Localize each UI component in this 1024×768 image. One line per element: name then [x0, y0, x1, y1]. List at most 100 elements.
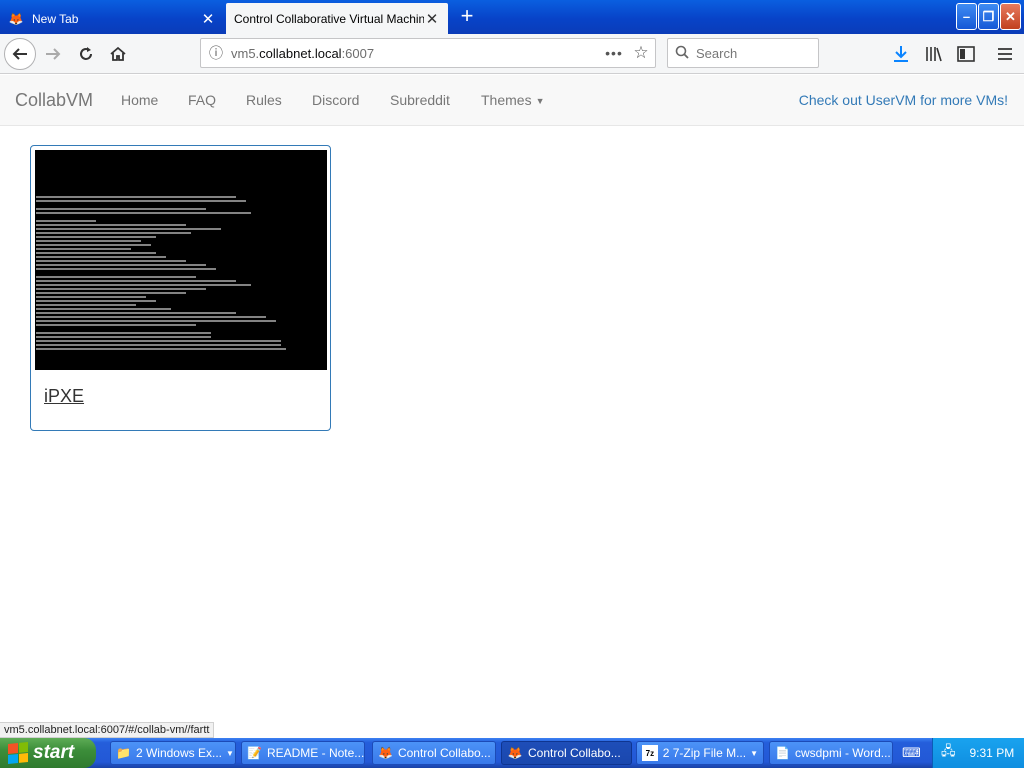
- taskbar-explorer[interactable]: 📁 2 Windows Ex... ▼: [110, 741, 236, 765]
- console-line: [36, 320, 276, 322]
- url-prefix: vm5.: [231, 45, 260, 61]
- url-text[interactable]: vm5.collabnet.local:6007: [231, 46, 601, 61]
- hamburger-menu-icon[interactable]: [990, 39, 1020, 69]
- close-tab-icon[interactable]: ✕: [200, 11, 216, 28]
- browser-toolbar: ⓘ vm5.collabnet.local:6007 ••• ☆ Search: [0, 34, 1024, 74]
- console-line: [36, 348, 286, 350]
- console-line: [36, 264, 206, 266]
- console-line: [36, 196, 236, 198]
- vm-card[interactable]: iPXE: [30, 145, 331, 431]
- network-icon[interactable]: 🖧: [941, 742, 956, 764]
- start-button[interactable]: start: [0, 738, 96, 768]
- forward-arrow-icon: [46, 48, 61, 60]
- search-placeholder: Search: [696, 45, 738, 61]
- nav-discord[interactable]: Discord: [312, 92, 359, 108]
- console-line: [36, 212, 251, 214]
- forward-button[interactable]: [38, 39, 68, 69]
- console-line: [36, 340, 281, 342]
- console-line: [36, 268, 216, 270]
- console-line: [36, 312, 236, 314]
- site-brand[interactable]: CollabVM: [15, 90, 93, 111]
- maximize-window-button[interactable]: ❐: [978, 3, 999, 30]
- reload-icon: [80, 47, 92, 60]
- nav-faq[interactable]: FAQ: [188, 92, 216, 108]
- nav-home[interactable]: Home: [121, 92, 158, 108]
- task-label: README - Note...: [266, 746, 365, 760]
- nav-rules[interactable]: Rules: [246, 92, 282, 108]
- task-label: cwsdpmi - Word...: [794, 746, 891, 760]
- console-line: [36, 244, 151, 246]
- console-line: [36, 256, 166, 258]
- themes-label: Themes: [481, 92, 532, 108]
- page-actions-icon[interactable]: •••: [601, 45, 627, 61]
- console-line: [36, 228, 221, 230]
- taskbar-firefox-2[interactable]: 🦊 Control Collabo...: [501, 741, 632, 765]
- new-tab-button[interactable]: +: [455, 5, 479, 29]
- downloads-icon[interactable]: [886, 39, 916, 69]
- console-line: [36, 200, 246, 202]
- uservm-promo-link[interactable]: Check out UserVM for more VMs!: [799, 92, 1008, 108]
- console-line: [36, 284, 251, 286]
- task-label: 2 7-Zip File M...: [662, 746, 747, 760]
- console-line: [36, 316, 266, 318]
- vm-title-link[interactable]: iPXE: [44, 386, 84, 407]
- system-tray: 🖧 9:31 PM: [932, 738, 1024, 768]
- console-line: [36, 296, 146, 298]
- address-bar[interactable]: ⓘ vm5.collabnet.local:6007 ••• ☆: [200, 38, 656, 68]
- console-line: [36, 308, 171, 310]
- close-window-button[interactable]: ✕: [1000, 3, 1021, 30]
- reload-button[interactable]: [71, 39, 101, 69]
- console-line: [36, 280, 236, 282]
- tab-collabvm[interactable]: Control Collaborative Virtual Machines! …: [226, 3, 448, 34]
- sidebar-toggle-icon[interactable]: [951, 39, 981, 69]
- minimize-window-button[interactable]: –: [956, 3, 977, 30]
- desktop-screen: 🦊 New Tab ✕ Control Collaborative Virtua…: [0, 0, 1024, 768]
- console-line: [36, 260, 186, 262]
- start-label: start: [33, 742, 75, 763]
- search-bar[interactable]: Search: [667, 38, 819, 68]
- console-line: [36, 236, 156, 238]
- tab-new-tab[interactable]: 🦊 New Tab ✕: [0, 3, 224, 34]
- site-navbar: CollabVM Home FAQ Rules Discord Subreddi…: [0, 75, 1024, 126]
- task-label: 2 Windows Ex...: [135, 746, 222, 760]
- windows-logo-icon: [8, 741, 28, 765]
- taskbar-7zip[interactable]: 7z 2 7-Zip File M... ▼: [636, 741, 764, 765]
- dropdown-arrow-icon: ▼: [225, 748, 234, 758]
- home-icon: [110, 46, 126, 61]
- console-line: [36, 324, 196, 326]
- web-page: CollabVM Home FAQ Rules Discord Subreddi…: [0, 75, 1024, 723]
- keyboard-layout-icon[interactable]: ⌨: [902, 745, 921, 761]
- search-icon: [668, 45, 696, 62]
- folder-icon: 📁: [116, 746, 131, 760]
- taskbar-notepad[interactable]: 📝 README - Note...: [241, 741, 365, 765]
- taskbar-wordpad[interactable]: 📄 cwsdpmi - Word...: [769, 741, 893, 765]
- back-arrow-icon: [12, 48, 27, 60]
- dropdown-arrow-icon: ▼: [750, 748, 758, 758]
- console-line: [36, 248, 131, 250]
- close-tab-icon[interactable]: ✕: [424, 11, 440, 28]
- library-icon[interactable]: [919, 39, 949, 69]
- url-domain: collabnet.local: [259, 45, 342, 61]
- firefox-icon: 🦊: [378, 746, 393, 760]
- console-line: [36, 208, 206, 210]
- taskbar: start 📁 2 Windows Ex... ▼ 📝 README - Not…: [0, 738, 1024, 768]
- nav-themes-dropdown[interactable]: Themes ▼: [481, 92, 545, 108]
- console-line: [36, 304, 136, 306]
- taskbar-firefox-1[interactable]: 🦊 Control Collabo...: [372, 741, 496, 765]
- home-button[interactable]: [103, 39, 133, 69]
- console-line: [36, 224, 186, 226]
- console-line: [36, 292, 186, 294]
- wordpad-icon: 📄: [775, 746, 790, 760]
- link-status-url: vm5.collabnet.local:6007/#/collab-vm//fa…: [0, 722, 215, 738]
- vm-screen-thumbnail[interactable]: [35, 150, 327, 370]
- bookmark-star-icon[interactable]: ☆: [627, 43, 655, 63]
- site-info-icon[interactable]: ⓘ: [201, 39, 231, 67]
- 7zip-icon: 7z: [642, 745, 658, 761]
- back-button[interactable]: [4, 38, 36, 70]
- console-line: [36, 332, 211, 334]
- task-label: Control Collabo...: [528, 746, 621, 760]
- console-line: [36, 300, 156, 302]
- console-line: [36, 220, 96, 222]
- console-line: [36, 252, 156, 254]
- nav-subreddit[interactable]: Subreddit: [390, 92, 450, 108]
